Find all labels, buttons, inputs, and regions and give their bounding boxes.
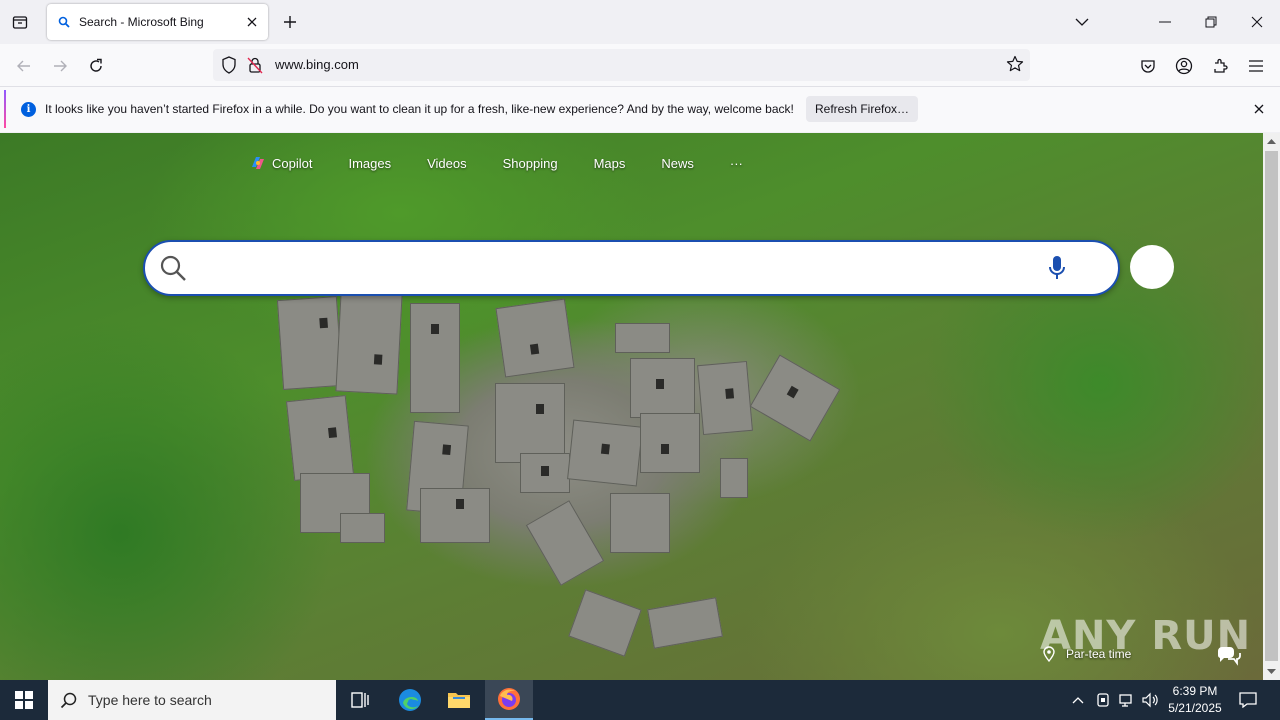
close-window-button[interactable] [1243, 8, 1271, 36]
notification-message: It looks like you haven’t started Firefo… [45, 102, 794, 116]
tab-bing[interactable]: Search - Microsoft Bing [47, 4, 268, 40]
taskbar-search-box[interactable]: Type here to search [48, 680, 336, 720]
nav-maps[interactable]: Maps [594, 155, 626, 171]
search-icon[interactable] [159, 254, 187, 287]
site-permissions-lock-icon[interactable] [247, 56, 263, 79]
tab-bar: Search - Microsoft Bing [0, 0, 1280, 44]
start-button[interactable] [0, 680, 48, 720]
image-location[interactable]: Par-tea time [1042, 638, 1131, 670]
menu-icon[interactable] [1242, 52, 1270, 80]
forward-button[interactable] [46, 52, 74, 80]
action-center-button[interactable] [1234, 680, 1262, 720]
pocket-icon[interactable] [1134, 52, 1162, 80]
nav-news[interactable]: News [661, 155, 694, 171]
clock-date: 5/21/2025 [1168, 701, 1222, 715]
scroll-down-icon[interactable] [1263, 665, 1280, 677]
notification-close-icon[interactable] [1254, 101, 1264, 119]
bing-homepage: Copilot Images Videos Shopping Maps News… [0, 133, 1263, 680]
extensions-icon[interactable] [1206, 52, 1234, 80]
page-scrollbar[interactable] [1263, 133, 1280, 680]
edge-icon [399, 689, 421, 711]
tab-title: Search - Microsoft Bing [79, 15, 204, 29]
taskbar-search-placeholder: Type here to search [88, 692, 212, 708]
windows-taskbar: Type here to search 6:39 PM 5/21/2025 [0, 680, 1280, 720]
firefox-icon [498, 688, 520, 710]
account-icon[interactable] [1170, 52, 1198, 80]
refresh-firefox-notification: i It looks like you haven’t started Fire… [0, 86, 1280, 132]
minimize-button[interactable] [1151, 8, 1179, 36]
nav-copilot-label: Copilot [272, 155, 313, 171]
copilot-icon [250, 155, 266, 171]
tracking-protection-shield-icon[interactable] [221, 56, 237, 79]
show-hidden-icons[interactable] [1068, 680, 1088, 720]
windows-logo-icon [15, 691, 33, 709]
list-all-tabs-icon[interactable] [1068, 8, 1096, 36]
scroll-up-icon[interactable] [1263, 136, 1280, 148]
url-text: www.bing.com [275, 57, 359, 72]
navigation-toolbar: www.bing.com [0, 44, 1280, 86]
bing-search-box[interactable] [143, 240, 1120, 296]
nav-copilot[interactable]: Copilot [250, 155, 312, 171]
file-explorer-taskbar-button[interactable] [435, 680, 483, 720]
bookmark-star-icon[interactable] [1006, 55, 1024, 78]
taskbar-clock[interactable]: 6:39 PM 5/21/2025 [1163, 683, 1227, 717]
firefox-taskbar-button[interactable] [485, 680, 533, 720]
clock-time: 6:39 PM [1172, 684, 1218, 698]
microphone-icon[interactable] [1048, 255, 1066, 286]
notification-accent [4, 90, 6, 128]
task-view-icon [351, 692, 369, 708]
nav-more[interactable]: ··· [730, 155, 743, 171]
notification-icon [1239, 692, 1257, 708]
new-tab-button[interactable] [278, 10, 302, 34]
nav-videos[interactable]: Videos [427, 155, 467, 171]
nav-images[interactable]: Images [348, 155, 391, 171]
firefox-view-icon[interactable] [8, 10, 32, 34]
back-button[interactable] [10, 52, 38, 80]
nav-shopping[interactable]: Shopping [503, 155, 558, 171]
chevron-up-icon [1072, 697, 1084, 704]
info-icon: i [21, 102, 36, 117]
folder-icon [448, 693, 470, 708]
reload-button[interactable] [82, 52, 110, 80]
url-bar[interactable]: www.bing.com [213, 49, 1030, 81]
edge-taskbar-button[interactable] [386, 680, 434, 720]
refresh-firefox-button[interactable]: Refresh Firefox… [806, 96, 918, 122]
bing-scope-nav: Copilot Images Videos Shopping Maps News… [250, 155, 779, 171]
tab-close-icon[interactable] [240, 10, 264, 34]
network-icon[interactable] [1116, 680, 1138, 720]
chat-bubble-icon[interactable] [1216, 645, 1242, 672]
search-favicon-icon [57, 15, 71, 29]
location-label: Par-tea time [1066, 647, 1132, 661]
location-pin-icon [1043, 646, 1055, 662]
scrollbar-thumb[interactable] [1265, 151, 1278, 661]
rewards-profile-button[interactable] [1130, 245, 1174, 289]
tray-device-icon[interactable] [1092, 680, 1114, 720]
task-view-button[interactable] [336, 680, 384, 720]
volume-icon[interactable] [1140, 680, 1162, 720]
taskbar-search-icon [60, 692, 77, 709]
restore-button[interactable] [1197, 8, 1225, 36]
